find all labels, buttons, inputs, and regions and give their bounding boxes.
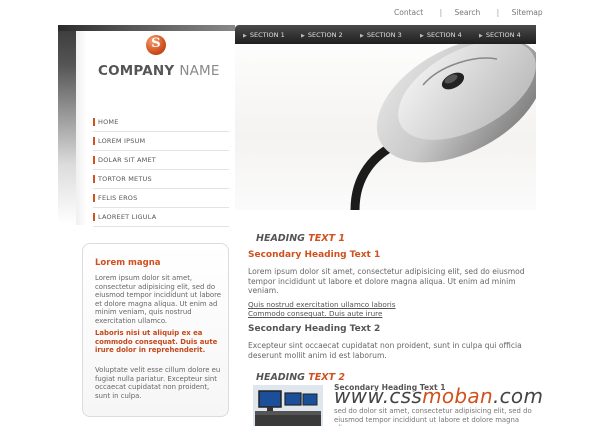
mouse-illustration	[350, 37, 536, 210]
heading-part: HEADING	[256, 233, 305, 244]
link-block: Quis nostrud exercitation ullamco labori…	[248, 300, 533, 318]
paragraph-1: Lorem ipsum dolor sit amet, consectetur …	[248, 267, 525, 296]
heading-part: HEADING	[256, 372, 305, 383]
sidebar-paragraph-1: Lorem ipsum dolor sit amet, consectetur …	[95, 274, 222, 325]
nav-item-felis-eros[interactable]: FELIS EROS	[93, 189, 229, 208]
separator: |	[439, 8, 443, 17]
nav-item-laoreet-ligula[interactable]: LAOREET LIGULA	[93, 208, 229, 227]
heading-text-2: HEADING TEXT 2	[256, 372, 345, 383]
nav-item-dolar-sit-amet[interactable]: DOLAR SIT AMET	[93, 151, 229, 170]
company-logo-text[interactable]: COMPANY NAME	[98, 63, 220, 79]
watermark-part-3: .com	[492, 384, 544, 408]
arrow-icon: ▶	[243, 33, 247, 39]
tab-label: SECTION 2	[307, 31, 343, 39]
paragraph-3: sed do dolor sit amet, consectetur adipi…	[334, 407, 532, 426]
sitemap-link[interactable]: Sitemap	[512, 8, 543, 17]
logo-mark: S	[151, 36, 161, 51]
sidebar-box: Lorem magna Lorem ipsum dolor sit amet, …	[82, 243, 229, 417]
nav-item-lorem-ipsum[interactable]: LOREM IPSUM	[93, 132, 229, 151]
link-quis-nostrud[interactable]: Quis nostrud exercitation ullamco labori…	[248, 300, 533, 309]
heading-part-accent: TEXT 2	[308, 372, 345, 383]
tab-section-4[interactable]: ▶ SECTION 4	[420, 31, 462, 39]
secondary-heading-2: Secondary Heading Text 2	[248, 324, 381, 334]
logo-icon[interactable]: S	[146, 35, 166, 55]
link-commodo[interactable]: Commodo consequat. Duis aute irure	[248, 309, 533, 318]
tab-section-1[interactable]: ▶ SECTION 1	[243, 31, 285, 39]
heading-part-accent: TEXT 1	[308, 233, 345, 244]
nav-marker	[93, 137, 95, 145]
heading-text-1: HEADING TEXT 1	[256, 233, 345, 244]
nav-marker	[93, 213, 95, 221]
watermark: www.cssmoban.com	[334, 384, 543, 408]
nav-label: TORTOR METUS	[98, 175, 152, 183]
computers-thumbnail	[253, 385, 323, 426]
arrow-icon: ▶	[360, 33, 364, 39]
nav-label: HOME	[98, 118, 119, 126]
section-bar: ▶ SECTION 1 ▶ SECTION 2 ▶ SECTION 3 ▶ SECTIO…	[235, 25, 536, 44]
search-link[interactable]: Search	[455, 8, 481, 17]
arrow-icon: ▶	[420, 33, 424, 39]
nav-marker	[93, 156, 95, 164]
nav-item-tortor-metus[interactable]: TORTOR METUS	[93, 170, 229, 189]
tab-section-4b[interactable]: ▶ SECTION 4	[479, 31, 521, 39]
company-word: COMPANY	[98, 63, 175, 79]
watermark-part-1: www.css	[334, 384, 423, 408]
tab-label: SECTION 4	[485, 31, 521, 39]
nav-label: LOREM IPSUM	[98, 137, 146, 145]
decorative-bar	[58, 25, 236, 31]
nav-label: LAOREET LIGULA	[98, 213, 157, 221]
name-word: NAME	[179, 63, 220, 79]
nav-marker	[93, 175, 95, 183]
nav-marker	[93, 118, 95, 126]
decorative-strip	[58, 25, 76, 225]
tab-section-3[interactable]: ▶ SECTION 3	[360, 31, 402, 39]
secondary-heading-1: Secondary Heading Text 1	[248, 250, 381, 260]
sidebar-title: Lorem magna	[95, 258, 161, 268]
arrow-icon: ▶	[479, 33, 483, 39]
arrow-icon: ▶	[301, 33, 305, 39]
nav-label: FELIS EROS	[98, 194, 138, 202]
tab-label: SECTION 1	[249, 31, 285, 39]
tab-label: SECTION 3	[366, 31, 402, 39]
paragraph-2: Excepteur sint occaecat cupidatat non pr…	[248, 341, 522, 360]
top-links: Contact | Search | Sitemap	[394, 8, 543, 17]
watermark-part-2: moban	[422, 384, 493, 408]
sidebar-paragraph-2: Voluptate velit esse cillum dolore eu fu…	[95, 366, 221, 400]
separator: |	[496, 8, 500, 17]
tab-section-2[interactable]: ▶ SECTION 2	[301, 31, 343, 39]
sidebar-highlight: Laboris nisi ut aliquip ex ea commodo co…	[95, 329, 218, 355]
hero-image: ▶ SECTION 1 ▶ SECTION 2 ▶ SECTION 3 ▶ SECTIO…	[235, 25, 536, 210]
nav-marker	[93, 194, 95, 202]
nav-label: DOLAR SIT AMET	[98, 156, 156, 164]
nav-item-home[interactable]: HOME	[93, 113, 229, 132]
contact-link[interactable]: Contact	[394, 8, 423, 17]
tab-label: SECTION 4	[426, 31, 462, 39]
main-nav: HOME LOREM IPSUM DOLAR SIT AMET TORTOR M…	[93, 113, 229, 227]
